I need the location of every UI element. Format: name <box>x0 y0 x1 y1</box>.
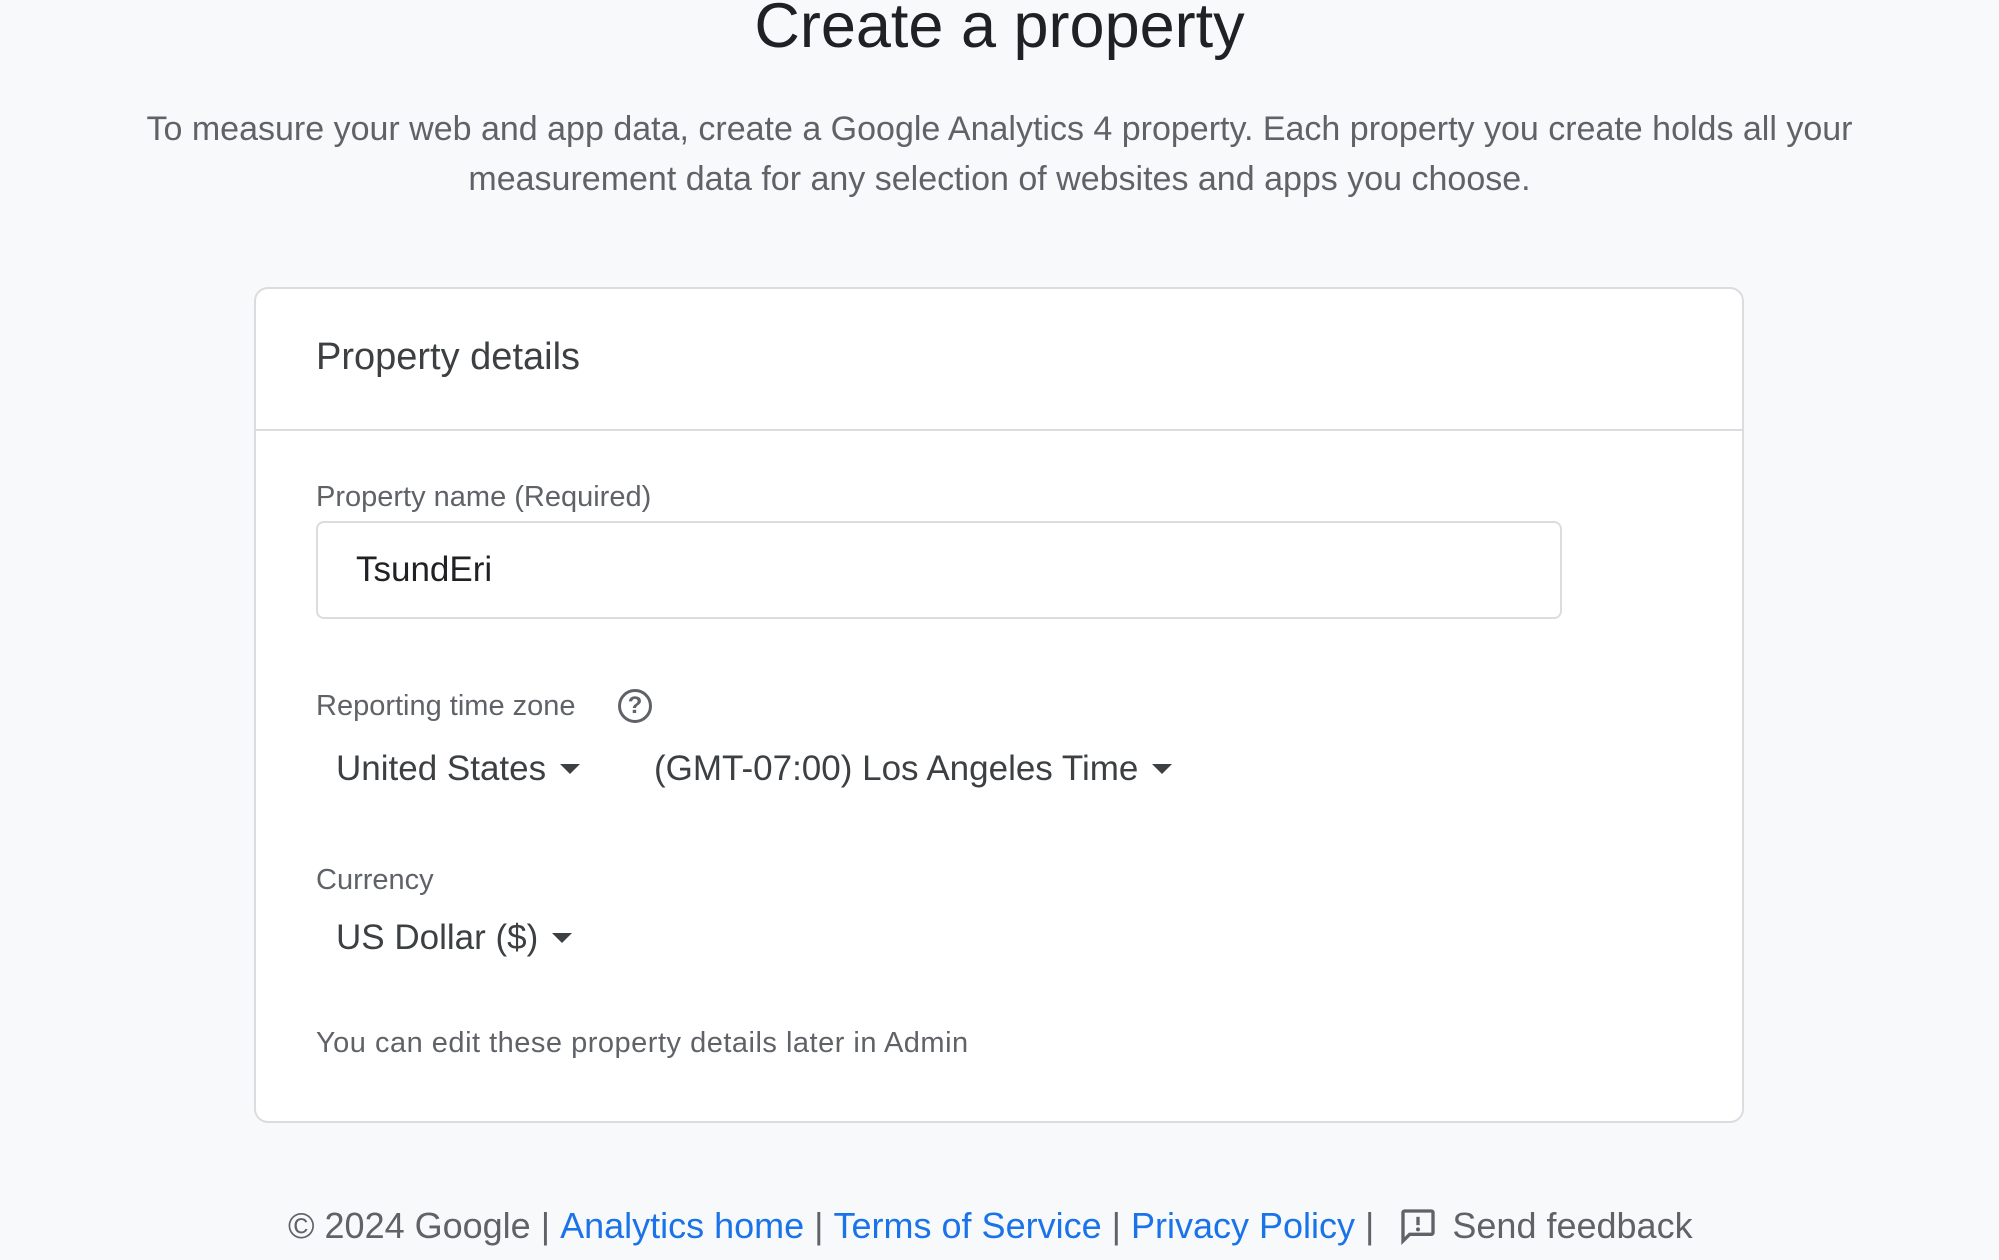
page-title: Create a property <box>754 0 1245 61</box>
card-title: Property details <box>316 336 581 378</box>
send-feedback-button[interactable]: Send feedback <box>1398 1205 1693 1247</box>
timezone-dropdown[interactable]: (GMT-07:00) Los Angeles Time <box>654 739 1173 799</box>
admin-edit-note: You can edit these property details late… <box>316 1027 969 1059</box>
timezone-label: Reporting time zone <box>316 690 576 722</box>
page-intro: To measure your web and app data, create… <box>146 110 1853 198</box>
timezone-dropdown-value: (GMT-07:00) Los Angeles Time <box>654 749 1139 788</box>
analytics-home-link[interactable]: Analytics home <box>560 1205 804 1247</box>
privacy-policy-link[interactable]: Privacy Policy <box>1131 1205 1355 1247</box>
currency-dropdown[interactable]: US Dollar ($) <box>336 908 573 968</box>
help-circle-icon[interactable]: ? <box>618 689 652 723</box>
chevron-down-icon <box>1152 764 1173 774</box>
property-name-input[interactable] <box>316 521 1562 619</box>
property-name-label: Property name (Required) <box>316 481 652 513</box>
footer-separator: | <box>1365 1205 1375 1246</box>
chevron-down-icon <box>560 764 581 774</box>
footer-separator: | <box>1111 1205 1121 1246</box>
card-header: Property details <box>256 289 1742 431</box>
footer-separator: | <box>540 1205 551 1246</box>
terms-of-service-link[interactable]: Terms of Service <box>834 1205 1102 1247</box>
chevron-down-icon <box>552 933 573 943</box>
send-feedback-label: Send feedback <box>1452 1205 1693 1246</box>
country-dropdown-value: United States <box>336 749 547 788</box>
country-dropdown[interactable]: United States <box>336 739 581 799</box>
currency-label: Currency <box>316 864 434 896</box>
footer-separator: | <box>814 1205 824 1246</box>
copyright-text: © 2024 Google <box>288 1205 531 1246</box>
footer: © 2024 Google | Analytics home | Terms o… <box>288 1200 1693 1252</box>
currency-dropdown-value: US Dollar ($) <box>336 918 539 957</box>
feedback-icon <box>1401 1209 1436 1246</box>
property-details-card: Property details Property name (Required… <box>254 287 1744 1123</box>
